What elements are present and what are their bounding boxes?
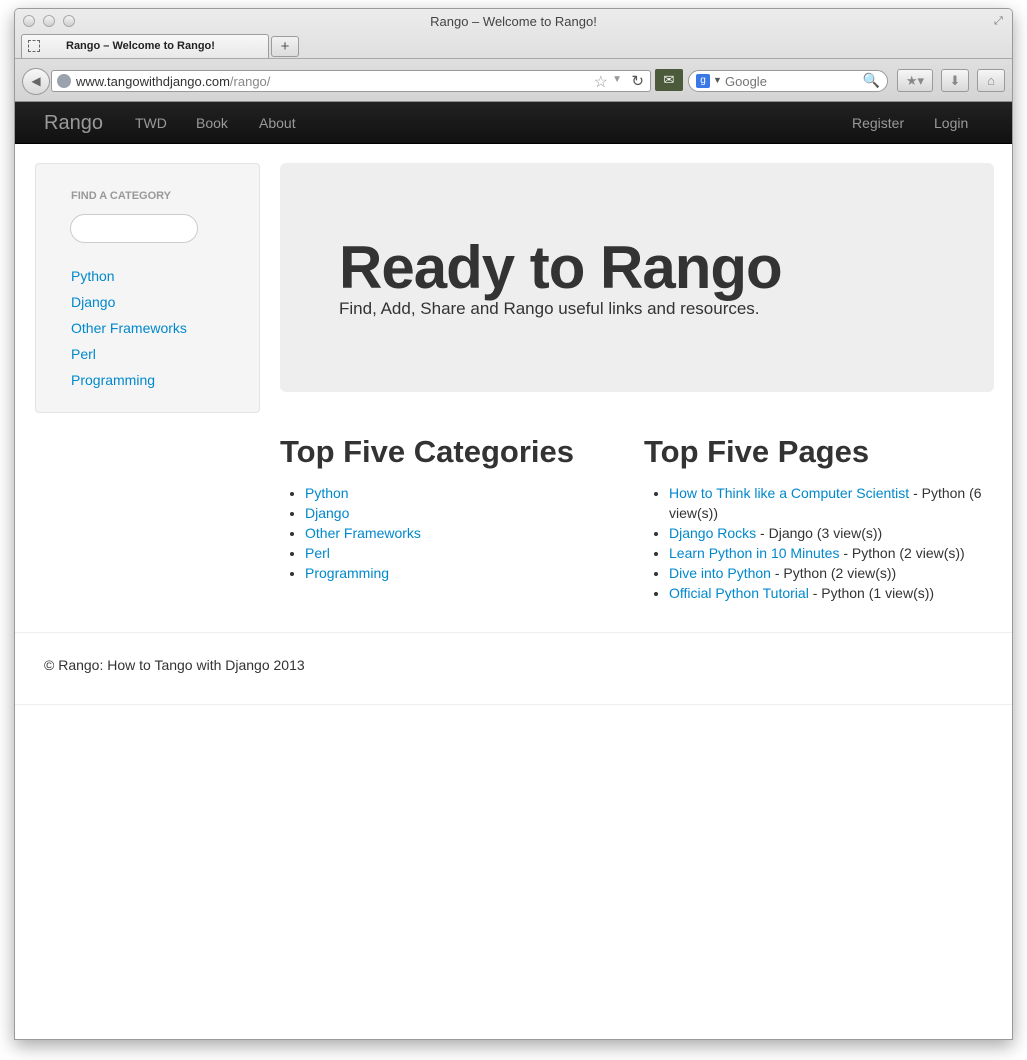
page-meta: - Python (2 view(s)) (839, 545, 965, 561)
history-dropdown-icon[interactable]: ▼ (612, 74, 622, 85)
browser-tab[interactable]: Rango – Welcome to Rango! (21, 34, 269, 58)
search-engine-dropdown-icon[interactable]: ▼ (713, 75, 722, 85)
sidebar-item-other-frameworks[interactable]: Other Frameworks (71, 320, 187, 336)
tab-divider (15, 58, 1012, 59)
list-item: Dive into Python - Python (2 view(s)) (669, 563, 994, 583)
list-item: Programming (71, 372, 187, 398)
hero-unit: Ready to Rango Find, Add, Share and Rang… (280, 163, 994, 392)
page-meta: - Django (3 view(s)) (756, 525, 883, 541)
top-pages-section: Top Five Pages How to Think like a Compu… (644, 434, 994, 603)
sidebar-item-python[interactable]: Python (71, 268, 115, 284)
top-pages-heading: Top Five Pages (644, 434, 870, 469)
footer-divider-bottom (15, 704, 1012, 705)
top-pages-list: How to Think like a Computer Scientist -… (669, 483, 994, 603)
top-categories-heading: Top Five Categories (280, 434, 574, 469)
page-meta: - Python (1 view(s)) (808, 585, 935, 601)
page-link[interactable]: Dive into Python (669, 565, 771, 581)
reload-icon[interactable]: ↻ (631, 72, 644, 90)
list-item: Perl (305, 543, 630, 563)
url-path: /rango/ (229, 74, 271, 89)
sidebar-item-programming[interactable]: Programming (71, 372, 155, 388)
list-item: Other Frameworks (305, 523, 630, 543)
download-icon[interactable]: ⬇ (941, 69, 969, 92)
nav-link-twd[interactable]: TWD (135, 115, 167, 131)
globe-icon (57, 74, 71, 88)
new-tab-button[interactable]: + (271, 36, 299, 57)
sidebar-header: FIND A CATEGORY (71, 190, 172, 202)
category-link-other-frameworks[interactable]: Other Frameworks (305, 525, 421, 541)
category-link-python[interactable]: Python (305, 485, 349, 501)
page-link[interactable]: Learn Python in 10 Minutes (669, 545, 839, 561)
search-bar[interactable]: g ▼ 🔍 (688, 70, 888, 92)
nav-link-register[interactable]: Register (852, 115, 904, 131)
category-link-django[interactable]: Django (305, 505, 349, 521)
top-categories-list: Python Django Other Frameworks Perl Prog… (305, 483, 630, 583)
list-item: Perl (71, 346, 187, 372)
list-item: Programming (305, 563, 630, 583)
list-item: Django (305, 503, 630, 523)
top-categories-section: Top Five Categories Python Django Other … (280, 434, 630, 583)
favicon-placeholder-icon (28, 40, 40, 52)
browser-titlebar: Rango – Welcome to Rango! ⤢ Rango – Welc… (15, 9, 1012, 102)
list-item: Python (71, 268, 187, 294)
sidebar-category-list: Python Django Other Frameworks Perl Prog… (71, 268, 187, 398)
footer-divider-top (15, 632, 1012, 633)
address-bar[interactable]: www.tangowithdjango.com/rango/ ☆ ▼ ↻ (51, 70, 651, 92)
nav-link-about[interactable]: About (259, 115, 296, 131)
list-item: Django (71, 294, 187, 320)
page-link[interactable]: How to Think like a Computer Scientist (669, 485, 909, 501)
site-navbar: Rango TWD Book About Register Login (15, 102, 1012, 144)
nav-link-login[interactable]: Login (934, 115, 968, 131)
footer-copyright: © Rango: How to Tango with Django 2013 (44, 657, 305, 673)
category-search-input[interactable] (70, 214, 198, 243)
search-input[interactable] (725, 73, 855, 89)
nav-link-book[interactable]: Book (196, 115, 228, 131)
bookmark-star-icon[interactable]: ☆ (594, 72, 608, 92)
hero-subtitle: Find, Add, Share and Rango useful links … (339, 299, 760, 318)
bookmarks-menu-button[interactable]: ★▾ (897, 69, 933, 92)
sidebar-item-perl[interactable]: Perl (71, 346, 96, 362)
hero-title: Ready to Rango (339, 234, 783, 301)
brand-logo[interactable]: Rango (44, 112, 103, 135)
list-item: How to Think like a Computer Scientist -… (669, 483, 994, 523)
google-icon[interactable]: g (696, 74, 710, 88)
list-item: Learn Python in 10 Minutes - Python (2 v… (669, 543, 994, 563)
category-link-perl[interactable]: Perl (305, 545, 330, 561)
page-link[interactable]: Django Rocks (669, 525, 756, 541)
list-item: Python (305, 483, 630, 503)
list-item: Django Rocks - Django (3 view(s)) (669, 523, 994, 543)
list-item: Other Frameworks (71, 320, 187, 346)
tab-label: Rango – Welcome to Rango! (66, 40, 215, 52)
home-icon[interactable]: ⌂ (977, 69, 1005, 92)
url-text[interactable]: www.tangowithdjango.com/rango/ (76, 74, 270, 89)
fullscreen-icon[interactable]: ⤢ (994, 15, 1006, 27)
page-link[interactable]: Official Python Tutorial (669, 585, 809, 601)
magnifier-icon[interactable]: 🔍 (863, 72, 880, 89)
back-button[interactable]: ◀ (22, 68, 50, 95)
category-sidebar: FIND A CATEGORY Python Django Other Fram… (35, 163, 260, 413)
sidebar-item-django[interactable]: Django (71, 294, 115, 310)
page-meta: - Python (2 view(s)) (770, 565, 897, 581)
list-item: Official Python Tutorial - Python (1 vie… (669, 583, 994, 603)
category-link-programming[interactable]: Programming (305, 565, 389, 581)
browser-window: Rango – Welcome to Rango! ⤢ Rango – Welc… (14, 8, 1013, 1040)
window-title: Rango – Welcome to Rango! (430, 14, 597, 29)
url-host: www.tangowithdjango.com (76, 74, 230, 89)
mail-extension-icon[interactable]: ✉ (655, 69, 683, 91)
